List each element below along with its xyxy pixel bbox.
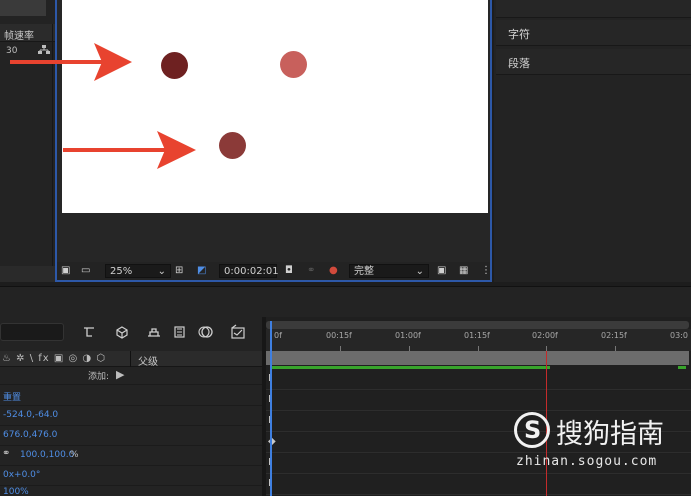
monitor-icon[interactable]: ▭ bbox=[81, 264, 95, 278]
ruler-label: 02:00f bbox=[532, 331, 558, 340]
resolution-value: 完整 bbox=[354, 266, 374, 277]
more-icon[interactable]: ⋮ bbox=[481, 264, 491, 278]
current-time-display[interactable]: 0:00:02:01 bbox=[219, 264, 279, 278]
frame-blending-icon[interactable] bbox=[172, 324, 188, 340]
scale-unit: % bbox=[70, 450, 79, 460]
scale-value[interactable]: 100.0,100.0 bbox=[20, 450, 74, 460]
paragraph-panel-header[interactable]: 段落 bbox=[496, 49, 691, 75]
render-progress-bar bbox=[270, 366, 550, 369]
shy-layers-icon[interactable] bbox=[146, 324, 162, 340]
channel-icon[interactable]: ⚭ bbox=[307, 264, 321, 278]
add-property-row: 添加: ▶ bbox=[0, 367, 262, 385]
add-label: 添加: bbox=[88, 372, 110, 382]
frame-rate-label: 帧速率 bbox=[4, 31, 34, 42]
frame-rate-column-header[interactable]: 帧速率 bbox=[0, 24, 55, 42]
ruler-label: 02:15f bbox=[601, 331, 627, 340]
panel-toolbar bbox=[496, 0, 691, 18]
grid-guide-icon[interactable]: ⊞ bbox=[175, 264, 191, 278]
track-row: I bbox=[266, 391, 691, 411]
position-value[interactable]: 676.0,476.0 bbox=[3, 430, 57, 440]
anchor-point-value[interactable]: -524.0,-64.0 bbox=[3, 410, 58, 420]
column-divider bbox=[130, 351, 131, 367]
paragraph-panel-label: 段落 bbox=[508, 57, 530, 70]
region-icon[interactable]: ▣ bbox=[61, 264, 75, 278]
resolution-dropdown[interactable]: 完整 ⌄ bbox=[349, 264, 429, 278]
time-ruler[interactable]: 0f 00:15f 01:00f 01:15f 02:00f 02:15f 03… bbox=[266, 329, 691, 351]
layer-search-input[interactable] bbox=[0, 323, 64, 341]
character-panel-header[interactable]: 字符 bbox=[496, 20, 691, 46]
watermark-title: 搜狗指南 bbox=[556, 419, 664, 450]
motion-blur-icon[interactable] bbox=[198, 324, 214, 340]
track-row: I bbox=[266, 475, 691, 495]
project-panel-top-strip bbox=[0, 0, 46, 16]
chevron-down-icon: ⌄ bbox=[157, 266, 166, 277]
side-panels: 字符 段落 bbox=[494, 0, 691, 282]
ruler-label: 01:00f bbox=[395, 331, 421, 340]
opacity-value[interactable]: 100% bbox=[3, 487, 29, 496]
reset-link[interactable]: 重置 bbox=[3, 390, 21, 403]
rotation-value[interactable]: 0x+0.0° bbox=[3, 470, 40, 480]
project-panel-footer bbox=[0, 266, 55, 282]
property-row-opacity[interactable]: 100% bbox=[0, 486, 262, 496]
ruler-label: 0f bbox=[274, 331, 282, 340]
ruler-label: 01:15f bbox=[464, 331, 490, 340]
transparency-grid-icon[interactable]: ▦ bbox=[459, 264, 473, 278]
pointer-arrow-top bbox=[10, 43, 132, 81]
character-panel-label: 字符 bbox=[508, 28, 530, 41]
draft-3d-icon[interactable] bbox=[114, 324, 130, 340]
chevron-down-icon: ⌄ bbox=[415, 266, 424, 277]
zoom-dropdown[interactable]: 25% ⌄ bbox=[105, 264, 171, 278]
parent-column-label: 父级 bbox=[138, 357, 158, 368]
property-row-scale[interactable]: ⚭ 100.0,100.0 % bbox=[0, 446, 262, 466]
ruler-label: 00:15f bbox=[326, 331, 352, 340]
composition-flowchart-icon[interactable] bbox=[82, 324, 98, 340]
zoom-value: 25% bbox=[110, 266, 133, 277]
layer-column-header: ♨ ✲ \ fx ▣ ◎ ◑ ⬡ 父级 bbox=[0, 351, 262, 368]
property-row-reset[interactable]: 重置 bbox=[0, 386, 262, 406]
property-row-position[interactable]: 676.0,476.0 bbox=[0, 426, 262, 446]
viewer-toolbar: ▣ ▭ 25% ⌄ ⊞ ◩ 0:00:02:01 ◘ ⚭ ● 完整 ⌄ ▣ ▦ … bbox=[57, 262, 491, 280]
ruler-label: 03:0 bbox=[670, 331, 688, 340]
constrain-proportions-icon[interactable]: ⚭ bbox=[2, 448, 10, 459]
dark-red-dot[interactable] bbox=[161, 52, 188, 79]
mid-red-dot[interactable] bbox=[219, 132, 246, 159]
mask-path-icon[interactable]: ◩ bbox=[197, 264, 213, 278]
layer-duration-bar[interactable] bbox=[266, 351, 689, 365]
color-channels-icon[interactable]: ● bbox=[329, 264, 343, 278]
work-area-bar[interactable] bbox=[266, 321, 689, 329]
watermark-url: zhinan.sogou.com bbox=[516, 454, 658, 469]
property-row-rotation[interactable]: 0x+0.0° bbox=[0, 466, 262, 486]
composition-canvas[interactable] bbox=[62, 0, 488, 213]
time-indicator-start[interactable] bbox=[270, 321, 272, 496]
property-row-anchor-point[interactable]: -524.0,-64.0 bbox=[0, 406, 262, 426]
sogou-logo bbox=[514, 412, 550, 448]
graph-editor-icon[interactable] bbox=[230, 324, 246, 340]
track-row: I bbox=[266, 370, 691, 390]
fast-preview-icon[interactable]: ▣ bbox=[437, 264, 451, 278]
layer-switches[interactable]: ♨ ✲ \ fx ▣ ◎ ◑ ⬡ bbox=[2, 353, 106, 364]
camera-icon[interactable]: ◘ bbox=[285, 264, 299, 278]
add-play-icon[interactable]: ▶ bbox=[116, 368, 124, 381]
time-graph-area[interactable]: 0f 00:15f 01:00f 01:15f 02:00f 02:15f 03… bbox=[266, 317, 691, 496]
render-progress-end bbox=[678, 366, 686, 369]
timecode-value: 0:00:02:01 bbox=[224, 266, 279, 277]
light-red-dot[interactable] bbox=[280, 51, 307, 78]
pointer-arrow-bottom bbox=[63, 131, 196, 169]
